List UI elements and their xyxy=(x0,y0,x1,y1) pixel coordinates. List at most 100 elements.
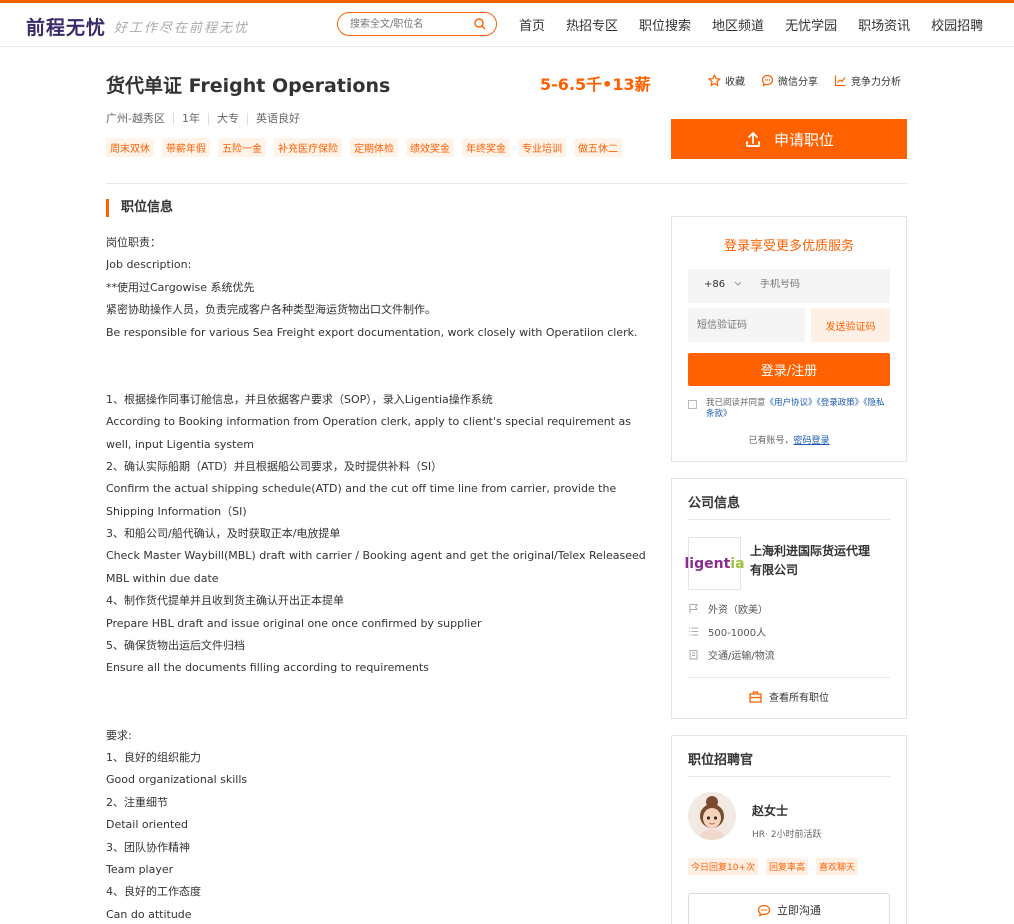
description-line: 2、确认实际船期（ATD）并且根据船公司要求，及时提供补料（SI） xyxy=(106,459,443,473)
description-line: 3、和船公司/船代确认，及时获取正本/电放提单 xyxy=(106,527,341,541)
description-line xyxy=(106,680,646,702)
avatar-illustration xyxy=(698,796,726,840)
section-divider xyxy=(106,183,907,184)
description-line: Detail oriented xyxy=(106,818,189,832)
job-meta: 广州-越秀区 1年 大专 英语良好 xyxy=(106,113,308,125)
recruiter-card: 职位招聘官 赵女士 HR· 2小时前活跃 今日回复10+次 回复率高 喜欢聊天 … xyxy=(671,735,907,924)
user-agreement-link[interactable]: 《用户协议》 xyxy=(766,398,817,408)
job-description: 岗位职责： Job description: **使用过Cargowise 系统… xyxy=(106,232,646,924)
description-line xyxy=(106,344,646,366)
login-card: 登录享受更多优质服务 +86 发送验证码 登录/注册 我已阅读并同意《用户协议》… xyxy=(671,216,907,462)
send-code-button[interactable]: 发送验证码 xyxy=(811,308,890,342)
description-line xyxy=(106,702,646,724)
view-all-jobs-label: 查看所有职位 xyxy=(769,693,829,704)
company-divider xyxy=(688,519,890,520)
benefit-tag: 专业培训 xyxy=(518,138,566,157)
company-heading: 公司信息 xyxy=(688,496,741,511)
company-card: 公司信息 ligent ia 上海利进国际货运代理有限公司 外资（欧美） 500-… xyxy=(671,478,907,719)
job-education: 大专 xyxy=(207,113,247,125)
avatar xyxy=(688,792,736,840)
country-code-select[interactable]: +86 xyxy=(704,279,725,290)
nav-regions[interactable]: 地区频道 xyxy=(712,15,764,34)
description-line: 2、注重细节 xyxy=(106,795,168,809)
favorite-button[interactable]: 收藏 xyxy=(708,73,745,88)
nav-career-news[interactable]: 职场资讯 xyxy=(858,15,910,34)
job-language: 英语良好 xyxy=(246,113,308,125)
company-type-row: 外资（欧美） xyxy=(688,601,768,616)
recruiter-tag: 喜欢聊天 xyxy=(816,858,859,875)
recruiter-tag: 今日回复10+次 xyxy=(688,858,758,875)
competitiveness-button[interactable]: 竞争力分析 xyxy=(834,73,901,88)
recruiter-status: HR· 2小时前活跃 xyxy=(752,830,822,840)
search-input[interactable] xyxy=(350,16,468,32)
agreement-text: 我已阅读并同意《用户协议》《登录政策》《隐私条款》 xyxy=(688,398,893,420)
description-line: MBL within due date xyxy=(106,571,219,585)
job-title: 货代单证 Freight Operations xyxy=(106,75,391,97)
list-icon xyxy=(689,627,698,636)
company-type: 外资（欧美） xyxy=(708,605,768,616)
main-nav: 首页 热招专区 职位搜索 地区频道 无忧学园 职场资讯 校园招聘 xyxy=(519,15,1004,34)
briefcase-icon xyxy=(749,690,762,703)
description-line: 紧密协助操作人员，负责完成客户各种类型海运货物出口文件制作。 xyxy=(106,303,436,317)
star-icon xyxy=(708,74,721,87)
job-salary: 5-6.5千•13薪 xyxy=(540,75,651,94)
nav-academy[interactable]: 无忧学园 xyxy=(785,15,837,34)
description-line: Prepare HBL draft and issue original one… xyxy=(106,616,482,630)
benefit-tag: 带薪年假 xyxy=(162,138,210,157)
sms-code-input[interactable] xyxy=(688,308,805,342)
description-line: Shipping Information（SI) xyxy=(106,504,247,518)
chat-bubble-icon xyxy=(757,904,771,917)
favorite-label: 收藏 xyxy=(725,77,745,88)
description-line: 4、制作货代提单并且收到货主确认开出正本提单 xyxy=(106,594,344,608)
benefit-tags: 周末双休 带薪年假 五险一金 补充医疗保险 定期体检 绩效奖金 年终奖金 专业培… xyxy=(106,138,630,157)
chart-icon xyxy=(834,75,846,87)
site-logo[interactable]: 前程无忧 xyxy=(26,13,106,40)
phone-field: +86 xyxy=(688,269,890,303)
description-line: Confirm the actual shipping schedule(ATD… xyxy=(106,482,617,496)
chat-now-label: 立即沟通 xyxy=(777,904,821,917)
search-icon[interactable] xyxy=(474,18,486,30)
phone-input[interactable] xyxy=(760,279,880,290)
benefit-tag: 周末双休 xyxy=(106,138,154,157)
job-info-heading: 职位信息 xyxy=(106,199,173,217)
building-icon xyxy=(689,650,698,660)
nav-hot-jobs[interactable]: 热招专区 xyxy=(566,15,618,34)
have-account: 已有账号，密码登录 xyxy=(672,433,906,446)
job-experience: 1年 xyxy=(172,113,208,125)
company-divider-bottom xyxy=(688,677,890,678)
wechat-share-label: 微信分享 xyxy=(778,77,818,88)
description-line: 5、确保货物出运后文件归档 xyxy=(106,639,245,653)
recruiter-heading: 职位招聘官 xyxy=(688,753,754,768)
view-all-jobs-button[interactable]: 查看所有职位 xyxy=(672,689,906,704)
wechat-share-button[interactable]: 微信分享 xyxy=(761,73,818,88)
recruiter-tags: 今日回复10+次 回复率高 喜欢聊天 xyxy=(688,858,866,875)
apply-label: 申请职位 xyxy=(773,130,834,149)
agreement: 我已阅读并同意《用户协议》《登录政策》《隐私条款》 xyxy=(688,398,893,420)
company-name[interactable]: 上海利进国际货运代理有限公司 xyxy=(750,542,880,580)
nav-home[interactable]: 首页 xyxy=(519,15,545,34)
password-login-link[interactable]: 密码登录 xyxy=(794,436,830,446)
nav-campus[interactable]: 校园招聘 xyxy=(931,15,983,34)
description-line: Job description: xyxy=(106,258,192,272)
search-box xyxy=(337,12,497,36)
description-line: well, input Ligentia system xyxy=(106,437,254,451)
login-policy-link[interactable]: 《登录政策》 xyxy=(817,398,864,408)
description-line: Good organizational skills xyxy=(106,773,248,787)
chevron-down-icon[interactable] xyxy=(734,281,742,287)
company-logo[interactable]: ligent ia xyxy=(684,537,745,590)
description-line: 4、良好的工作态度 xyxy=(106,885,201,899)
flag-icon xyxy=(689,604,698,614)
benefit-tag: 年终奖金 xyxy=(462,138,510,157)
nav-job-search[interactable]: 职位搜索 xyxy=(639,15,691,34)
chat-now-button[interactable]: 立即沟通 xyxy=(688,893,890,924)
agreement-prefix: 我已阅读并同意 xyxy=(706,398,766,408)
apply-button[interactable]: 申请职位 xyxy=(671,119,907,159)
company-industry-row: 交通/运输/物流 xyxy=(688,647,775,662)
login-register-button[interactable]: 登录/注册 xyxy=(688,353,890,386)
description-line xyxy=(106,366,646,388)
company-size-row: 500-1000人 xyxy=(688,624,766,639)
recruiter-name: 赵女士 xyxy=(752,804,789,818)
recruiter-tag: 回复率高 xyxy=(766,858,809,875)
agree-checkbox[interactable] xyxy=(688,400,697,409)
competitiveness-label: 竞争力分析 xyxy=(851,77,901,88)
